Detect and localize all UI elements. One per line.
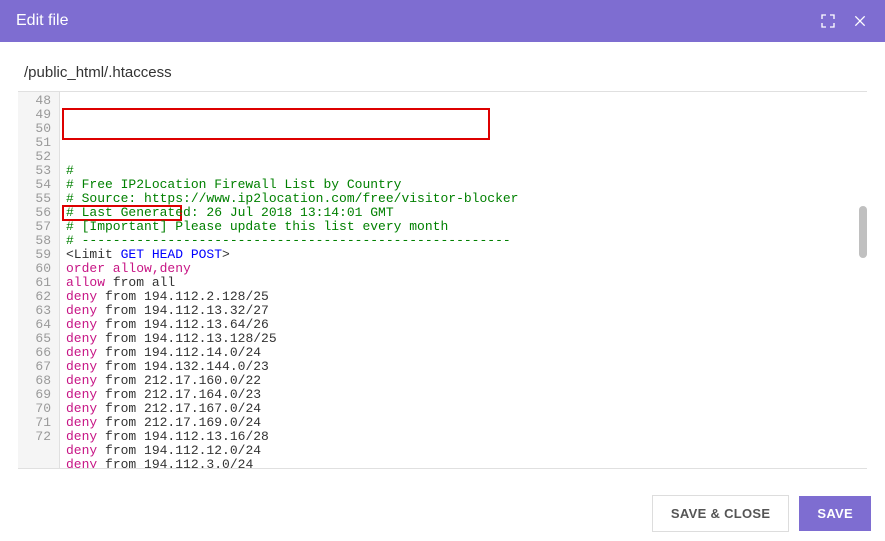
line-number: 60: [18, 262, 51, 276]
save-close-button[interactable]: SAVE & CLOSE: [652, 495, 789, 532]
line-number: 71: [18, 416, 51, 430]
line-number: 56: [18, 206, 51, 220]
modal-footer: SAVE & CLOSE SAVE: [0, 485, 885, 541]
code-line[interactable]: deny from 212.17.169.0/24: [66, 416, 861, 430]
line-number: 53: [18, 164, 51, 178]
code-line[interactable]: # Free IP2Location Firewall List by Coun…: [66, 178, 861, 192]
code-line[interactable]: # [Important] Please update this list ev…: [66, 220, 861, 234]
code-line[interactable]: #: [66, 164, 861, 178]
code-line[interactable]: deny from 212.17.160.0/22: [66, 374, 861, 388]
code-line[interactable]: # Last Generated: 26 Jul 2018 13:14:01 G…: [66, 206, 861, 220]
header-icons: [819, 12, 869, 30]
line-number: 70: [18, 402, 51, 416]
code-line[interactable]: deny from 194.112.3.0/24: [66, 458, 861, 468]
line-number: 72: [18, 430, 51, 444]
line-number: 69: [18, 388, 51, 402]
code-editor[interactable]: 4849505152535455565758596061626364656667…: [18, 91, 867, 469]
line-number: 65: [18, 332, 51, 346]
code-line[interactable]: # --------------------------------------…: [66, 234, 861, 248]
code-line[interactable]: deny from 194.112.13.128/25: [66, 332, 861, 346]
scrollbar-thumb[interactable]: [859, 206, 867, 258]
line-number: 58: [18, 234, 51, 248]
line-number: 59: [18, 248, 51, 262]
line-number: 57: [18, 220, 51, 234]
line-number: 52: [18, 150, 51, 164]
modal-header: Edit file: [0, 0, 885, 42]
code-content[interactable]: ## Free IP2Location Firewall List by Cou…: [60, 92, 867, 468]
close-icon[interactable]: [851, 12, 869, 30]
code-line[interactable]: deny from 212.17.167.0/24: [66, 402, 861, 416]
code-line[interactable]: deny from 194.132.144.0/23: [66, 360, 861, 374]
modal-title: Edit file: [16, 12, 68, 30]
line-number: 55: [18, 192, 51, 206]
highlight-box-comments: [62, 108, 490, 140]
line-gutter: 4849505152535455565758596061626364656667…: [18, 92, 60, 468]
line-number: 61: [18, 276, 51, 290]
line-number: 50: [18, 122, 51, 136]
line-number: 54: [18, 178, 51, 192]
line-number: 64: [18, 318, 51, 332]
code-line[interactable]: deny from 194.112.13.32/27: [66, 304, 861, 318]
line-number: 66: [18, 346, 51, 360]
code-line[interactable]: order allow,deny: [66, 262, 861, 276]
code-line[interactable]: deny from 194.112.13.64/26: [66, 318, 861, 332]
code-line[interactable]: [66, 150, 861, 164]
line-number: 51: [18, 136, 51, 150]
code-line[interactable]: deny from 194.112.2.128/25: [66, 290, 861, 304]
line-number: 48: [18, 94, 51, 108]
code-line[interactable]: allow from all: [66, 276, 861, 290]
line-number: 63: [18, 304, 51, 318]
expand-icon[interactable]: [819, 12, 837, 30]
file-path: /public_html/.htaccess: [0, 42, 885, 91]
code-line[interactable]: <Limit GET HEAD POST>: [66, 248, 861, 262]
code-line[interactable]: # Source: https://www.ip2location.com/fr…: [66, 192, 861, 206]
line-number: 62: [18, 290, 51, 304]
line-number: 67: [18, 360, 51, 374]
line-number: 49: [18, 108, 51, 122]
code-line[interactable]: deny from 194.112.12.0/24: [66, 444, 861, 458]
line-number: 68: [18, 374, 51, 388]
code-line[interactable]: deny from 194.112.13.16/28: [66, 430, 861, 444]
save-button[interactable]: SAVE: [799, 496, 871, 531]
code-line[interactable]: deny from 194.112.14.0/24: [66, 346, 861, 360]
code-line[interactable]: deny from 212.17.164.0/23: [66, 388, 861, 402]
